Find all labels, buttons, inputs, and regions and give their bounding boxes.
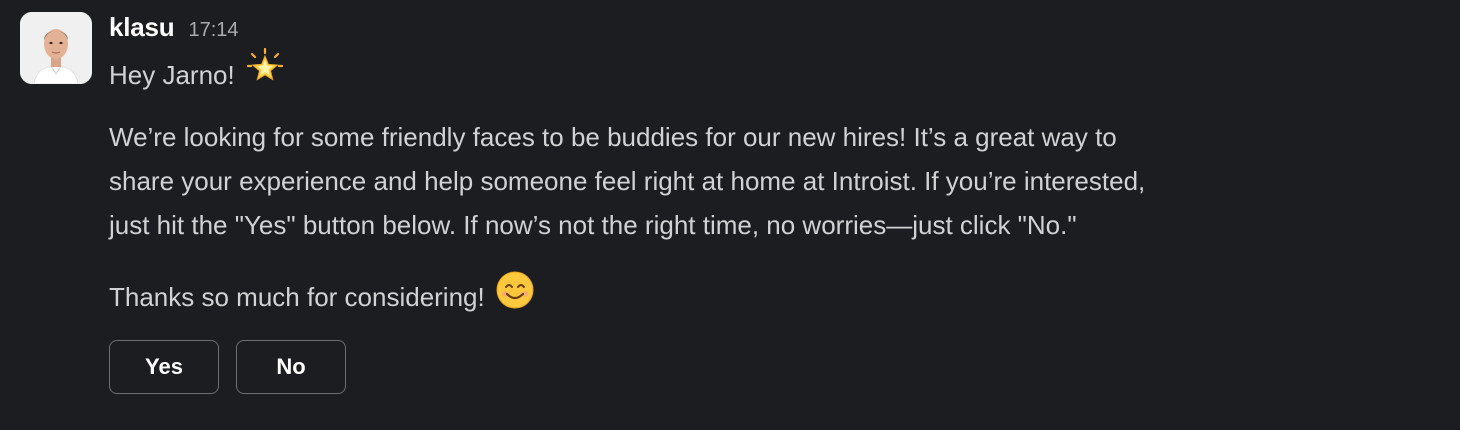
chat-message: klasu 17:14 Hey Jarno! We’re looking for… xyxy=(0,0,1460,430)
closing-text: Thanks so much for considering! xyxy=(109,281,485,312)
paragraph-line: share your experience and help someone f… xyxy=(109,166,1146,196)
action-buttons: Yes No xyxy=(109,340,346,394)
author-name[interactable]: klasu xyxy=(109,12,175,43)
message-paragraph: We’re looking for some friendly faces to… xyxy=(109,115,1389,247)
greeting-line: Hey Jarno! xyxy=(109,47,1389,101)
smiling-face-emoji-icon xyxy=(495,270,535,323)
greeting-text: Hey Jarno! xyxy=(109,59,235,90)
paragraph-line: We’re looking for some friendly faces to… xyxy=(109,122,1117,152)
message-content: klasu 17:14 Hey Jarno! We’re looking for… xyxy=(109,12,1389,323)
message-header: klasu 17:14 xyxy=(109,12,1389,46)
yes-button[interactable]: Yes xyxy=(109,340,219,394)
no-button[interactable]: No xyxy=(236,340,346,394)
glowing-star-emoji-icon xyxy=(245,47,285,101)
user-portrait-icon xyxy=(20,12,92,84)
paragraph-line: just hit the "Yes" button below. If now’… xyxy=(109,210,1077,240)
message-timestamp[interactable]: 17:14 xyxy=(189,19,239,42)
closing-line: Thanks so much for considering! xyxy=(109,270,1389,323)
avatar[interactable] xyxy=(20,12,92,84)
